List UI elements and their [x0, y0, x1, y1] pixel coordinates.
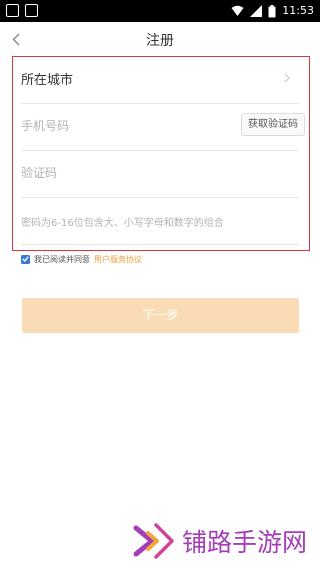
- code-field[interactable]: 验证码: [21, 151, 299, 198]
- agreement-text: 我已阅读并同意: [34, 254, 90, 264]
- watermark-text: 铺路手游网: [182, 528, 308, 557]
- verification-code-input[interactable]: 验证码: [21, 164, 57, 181]
- battery-icon: [268, 4, 276, 17]
- notification-app-icon: [25, 4, 38, 17]
- signal-icon: [250, 5, 263, 17]
- password-field[interactable]: 密码为6-16位包含大、小写字母和数字的组合: [21, 198, 299, 245]
- get-code-button[interactable]: 获取验证码: [241, 113, 305, 136]
- phone-field[interactable]: 手机号码 获取验证码: [21, 104, 305, 151]
- nav-bar: 注册: [0, 22, 320, 56]
- agreement-row: 我已阅读并同意 用户服务协议: [21, 252, 142, 266]
- status-time: 11:53: [282, 4, 314, 17]
- checkbox-checked-icon[interactable]: [21, 254, 30, 264]
- notification-app-icon: [6, 4, 19, 17]
- watermark-logo-icon: [133, 523, 174, 559]
- page-title: 注册: [146, 33, 174, 49]
- watermark: 铺路手游网: [132, 520, 307, 562]
- city-selector[interactable]: 所在城市: [21, 57, 299, 104]
- city-label: 所在城市: [21, 73, 74, 88]
- password-input[interactable]: 密码为6-16位包含大、小写字母和数字的组合: [21, 214, 224, 229]
- wifi-icon: [231, 5, 244, 16]
- registration-form: 所在城市 手机号码 获取验证码 验证码 密码为6-16位包含大、小写字母和数字的…: [12, 56, 310, 251]
- chevron-right-icon: [284, 73, 290, 83]
- status-bar: 11:53: [0, 0, 320, 22]
- status-notifications: [6, 4, 38, 17]
- phone-input[interactable]: 手机号码: [21, 117, 69, 134]
- status-indicators: 11:53: [231, 3, 314, 19]
- next-step-button[interactable]: 下一步: [22, 298, 299, 333]
- terms-link[interactable]: 用户服务协议: [94, 254, 142, 265]
